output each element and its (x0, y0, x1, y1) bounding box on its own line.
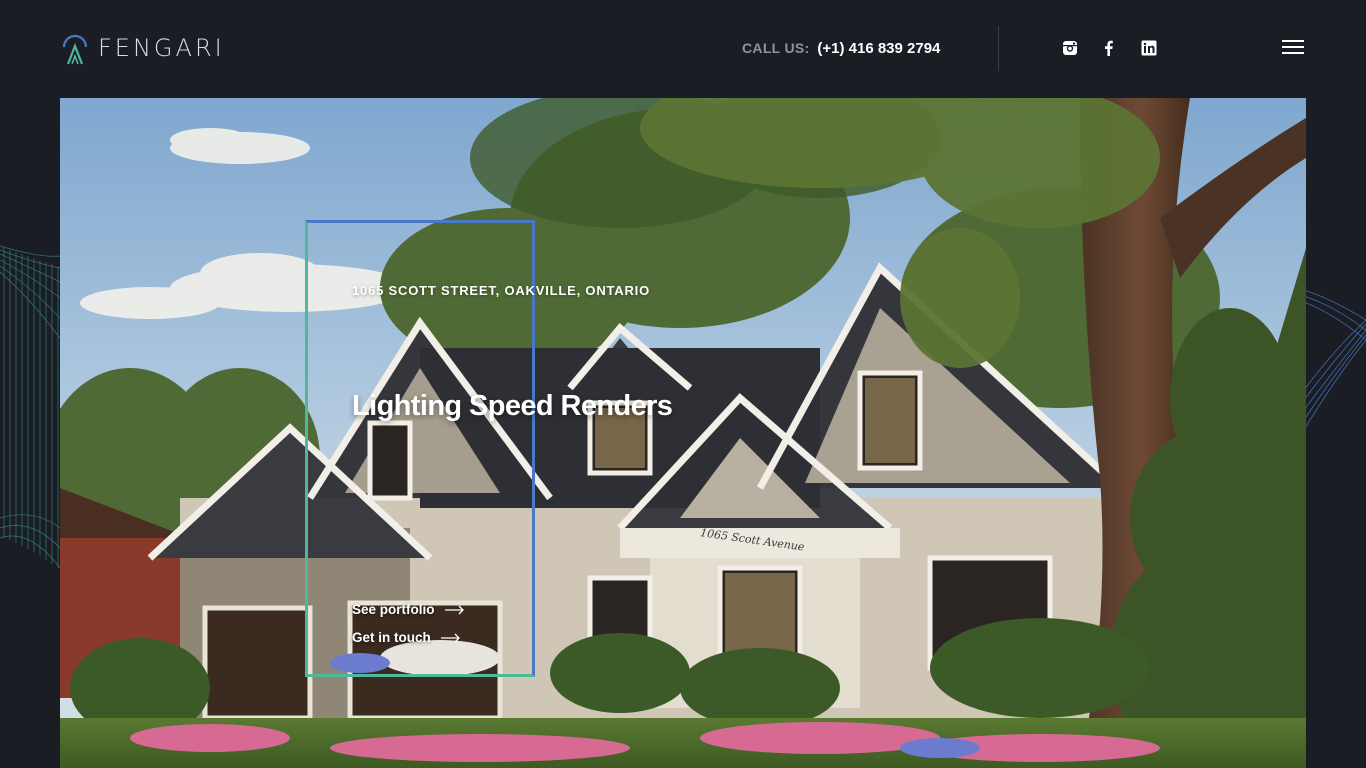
site-header: FENGARI CALL US: (+1) 416 839 2794 (0, 0, 1366, 98)
phone-link[interactable]: (+1) 416 839 2794 (817, 40, 940, 57)
see-portfolio-label: See portfolio (352, 602, 435, 617)
call-label: CALL US: (742, 40, 810, 56)
project-address: 1065 SCOTT STREET, OAKVILLE, ONTARIO (352, 283, 650, 298)
arrow-right-icon (444, 605, 464, 614)
get-in-touch-label: Get in touch (352, 630, 431, 645)
arrow-right-icon (440, 633, 460, 642)
hero-house-render-image: 1065 Scott Avenue (60, 98, 1306, 768)
call-us: CALL US: (+1) 416 839 2794 (742, 40, 940, 57)
brand-name: FENGARI (98, 34, 225, 62)
get-in-touch-link[interactable]: Get in touch (352, 630, 461, 645)
see-portfolio-link[interactable]: See portfolio (352, 602, 465, 617)
facebook-icon[interactable] (1100, 39, 1118, 57)
brand-logo[interactable]: FENGARI (60, 30, 225, 66)
instagram-icon[interactable] (1061, 39, 1079, 57)
wave-decoration-right (1304, 289, 1366, 430)
logo-mark-icon (62, 34, 88, 65)
header-divider (998, 26, 999, 71)
linkedin-icon[interactable] (1140, 39, 1158, 57)
hero-section: 1065 Scott Avenue (60, 98, 1306, 768)
hero-headline: Lighting Speed Renders (352, 390, 673, 422)
hamburger-menu-icon[interactable] (1282, 40, 1304, 56)
wave-decoration-left (0, 245, 61, 569)
